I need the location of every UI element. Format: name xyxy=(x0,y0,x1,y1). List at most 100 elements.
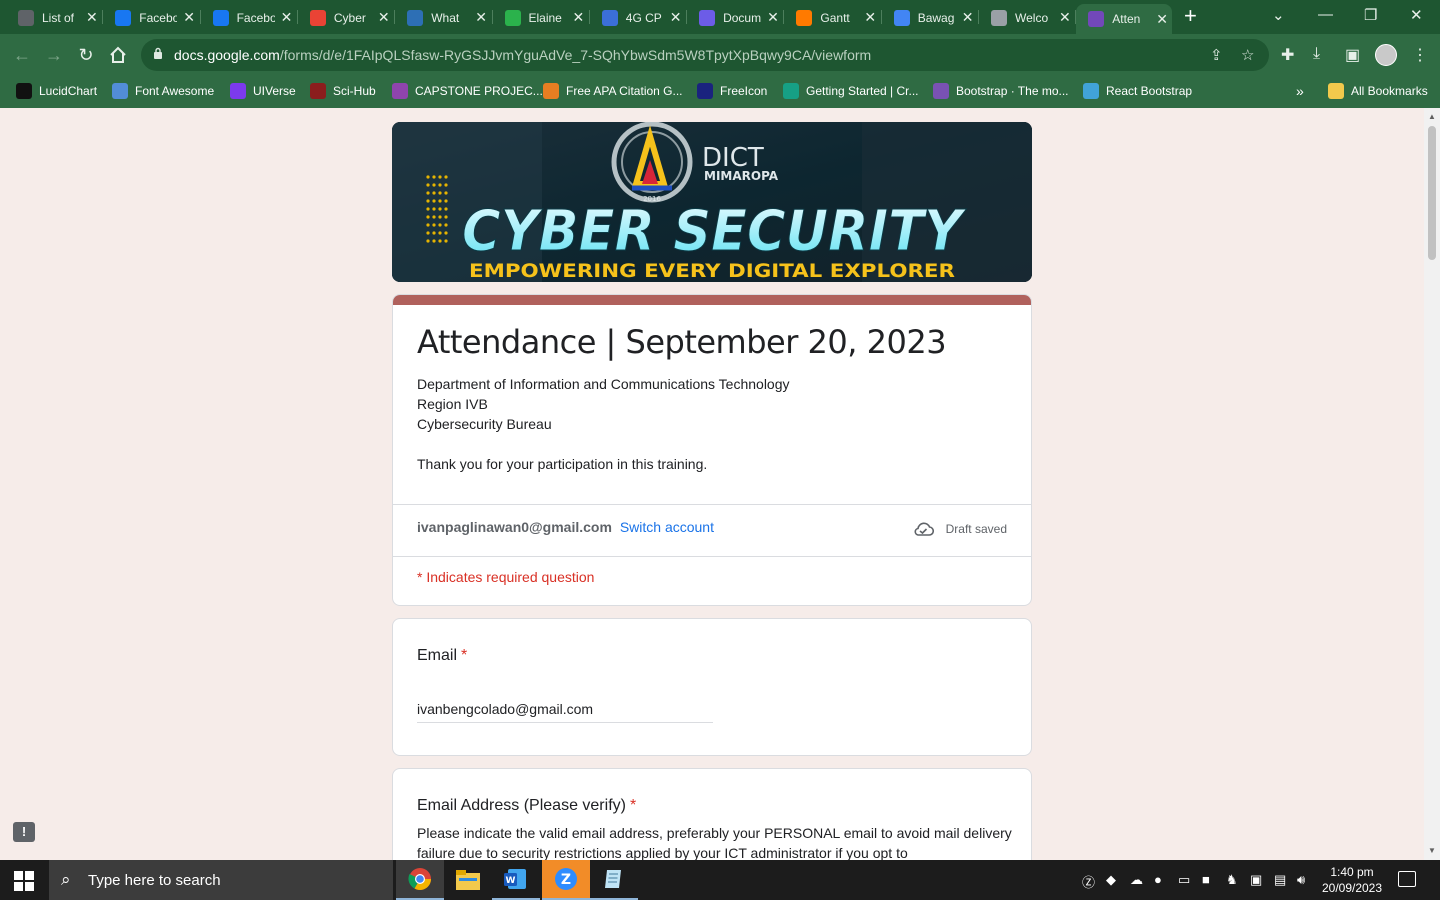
bookmark-item[interactable]: UIVerse xyxy=(230,83,296,99)
bookmark-item[interactable]: React Bootstrap xyxy=(1083,83,1192,99)
r-icon xyxy=(407,9,424,26)
close-tab-icon[interactable]: ✕ xyxy=(670,9,682,26)
report-feedback-icon[interactable]: ! xyxy=(13,822,35,842)
tab-title: 4G CP xyxy=(625,10,662,25)
all-bookmarks-folder[interactable]: All Bookmarks xyxy=(1328,83,1428,99)
browser-tab[interactable]: Bawag ✕ xyxy=(882,4,977,31)
address-bar[interactable]: docs.google.com/forms/d/e/1FAIpQLSfasw-R… xyxy=(141,39,1269,71)
notification-center-icon[interactable] xyxy=(1398,871,1416,887)
side-panel-icon[interactable]: ▣ xyxy=(1345,45,1360,65)
profile-avatar[interactable] xyxy=(1375,44,1397,66)
switch-account-link[interactable]: Switch account xyxy=(620,519,714,535)
close-tab-icon[interactable]: ✕ xyxy=(962,9,974,26)
draft-status: Draft saved xyxy=(912,521,1007,537)
back-button[interactable]: ← xyxy=(10,43,34,67)
divider xyxy=(393,504,1031,505)
tab-search-icon[interactable]: ⌄ xyxy=(1272,6,1285,24)
bookmark-item[interactable]: FreeIcon xyxy=(697,83,767,99)
required-star: * xyxy=(461,647,468,664)
close-tab-icon[interactable]: ✕ xyxy=(281,9,293,26)
taskbar-search-box[interactable]: ⌕ Type here to search xyxy=(49,860,393,900)
more-bookmarks-icon[interactable]: » xyxy=(1296,83,1304,99)
account-email: ivanpaglinawan0@gmail.com xyxy=(417,519,612,535)
bookmark-item[interactable]: CAPSTONE PROJEC... xyxy=(392,83,543,99)
browser-tab[interactable]: Gantt ✕ xyxy=(784,4,879,31)
bookmark-item[interactable]: Font Awesome xyxy=(112,83,214,99)
scihub-icon xyxy=(310,83,326,99)
reload-button[interactable]: ↻ xyxy=(74,43,98,67)
app-tray-icon[interactable]: ■ xyxy=(1202,872,1210,887)
bookmark-star-icon[interactable]: ☆ xyxy=(1241,46,1254,64)
browser-tab[interactable]: Facebook ✕ xyxy=(103,4,198,31)
bookmark-item[interactable]: Getting Started | Cr... xyxy=(783,83,919,99)
chrome-taskbar-icon[interactable] xyxy=(396,860,444,900)
facebook-icon xyxy=(115,9,132,26)
minimize-button[interactable]: — xyxy=(1318,6,1333,23)
close-tab-icon[interactable]: ✕ xyxy=(378,9,390,26)
zoom-taskbar-icon[interactable]: Z xyxy=(542,860,590,900)
bookmark-item[interactable]: Sci-Hub xyxy=(310,83,376,99)
home-button[interactable] xyxy=(106,43,130,67)
browser-tab[interactable]: List of ✕ xyxy=(6,4,101,31)
browser-tab[interactable]: Docum ✕ xyxy=(687,4,782,31)
browser-tab[interactable]: 4G CP ✕ xyxy=(590,4,685,31)
menu-icon[interactable]: ⋮ xyxy=(1412,45,1428,65)
notepad-taskbar-icon[interactable] xyxy=(590,860,638,900)
gmail-icon xyxy=(309,9,326,26)
app-tray-icon[interactable]: ◆ xyxy=(1106,872,1116,888)
file-explorer-taskbar-icon[interactable] xyxy=(444,860,492,900)
bookmark-item[interactable]: LucidChart xyxy=(16,83,97,99)
tab-title: Elaine xyxy=(528,10,562,25)
folder-icon xyxy=(1328,83,1344,99)
browser-tab[interactable]: Elaine ✕ xyxy=(493,4,588,31)
word-taskbar-icon[interactable]: W xyxy=(492,860,540,900)
zoom-tray-icon[interactable]: Ⓩ xyxy=(1082,872,1095,891)
bookmark-item[interactable]: Bootstrap · The mo... xyxy=(933,83,1069,99)
avast-tray-icon[interactable]: ● xyxy=(1154,872,1162,887)
browser-tab[interactable]: Welco ✕ xyxy=(979,4,1074,31)
page-scrollbar[interactable]: ▲ ▼ xyxy=(1424,108,1440,860)
scroll-thumb[interactable] xyxy=(1428,126,1436,260)
close-window-button[interactable]: ✕ xyxy=(1410,6,1423,24)
globe-icon xyxy=(991,9,1007,26)
browser-tab[interactable]: Atten ✕ xyxy=(1076,4,1172,34)
svg-text:W: W xyxy=(506,876,516,886)
scroll-down-icon[interactable]: ▼ xyxy=(1428,846,1436,855)
extensions-icon[interactable]: ✚ xyxy=(1281,45,1294,65)
close-tab-icon[interactable]: ✕ xyxy=(864,9,876,26)
bookmark-item[interactable]: Free APA Citation G... xyxy=(543,83,683,99)
bookmark-label: Font Awesome xyxy=(135,84,215,98)
divider xyxy=(393,556,1031,557)
close-tab-icon[interactable]: ✕ xyxy=(1156,11,1168,28)
browser-tab[interactable]: What ✕ xyxy=(395,4,490,31)
taskbar-clock[interactable]: 1:40 pm 20/09/2023 xyxy=(1320,864,1384,896)
close-tab-icon[interactable]: ✕ xyxy=(1059,9,1071,26)
download-icon[interactable]: ⤓ xyxy=(1313,45,1320,63)
tab-title: Facebook xyxy=(236,10,275,25)
browser-tab[interactable]: Cyber ✕ xyxy=(298,4,393,31)
network-icon[interactable]: ▤ xyxy=(1274,872,1286,888)
svg-text:Z: Z xyxy=(561,872,571,888)
forward-button[interactable]: → xyxy=(42,43,66,67)
browser-tab[interactable]: Facebook ✕ xyxy=(201,4,296,31)
scroll-up-icon[interactable]: ▲ xyxy=(1428,112,1436,121)
email-answer-input[interactable]: ivanbengcolado@gmail.com xyxy=(417,701,713,723)
bookmark-label: Bootstrap · The mo... xyxy=(956,84,1069,98)
share-icon[interactable]: ⇪ xyxy=(1210,46,1223,64)
bookmark-label: Getting Started | Cr... xyxy=(806,84,919,98)
g-icon xyxy=(601,9,618,26)
cloud-check-icon xyxy=(914,522,934,536)
close-tab-icon[interactable]: ✕ xyxy=(183,9,195,26)
windows-start-icon[interactable] xyxy=(14,871,34,891)
restore-button[interactable]: ❐ xyxy=(1364,6,1377,24)
close-tab-icon[interactable]: ✕ xyxy=(767,9,779,26)
close-tab-icon[interactable]: ✕ xyxy=(475,9,487,26)
network-tray-icon[interactable]: ♞ xyxy=(1226,872,1238,888)
close-tab-icon[interactable]: ✕ xyxy=(573,9,585,26)
volume-icon[interactable]: 🔊︎ xyxy=(1297,872,1305,888)
close-tab-icon[interactable]: ✕ xyxy=(86,9,98,26)
new-tab-button[interactable]: + xyxy=(1184,5,1197,27)
security-tray-icon[interactable]: ▣ xyxy=(1250,872,1262,888)
camera-tray-icon[interactable]: ▭ xyxy=(1178,872,1190,888)
cloud-tray-icon[interactable]: ☁ xyxy=(1130,872,1143,888)
